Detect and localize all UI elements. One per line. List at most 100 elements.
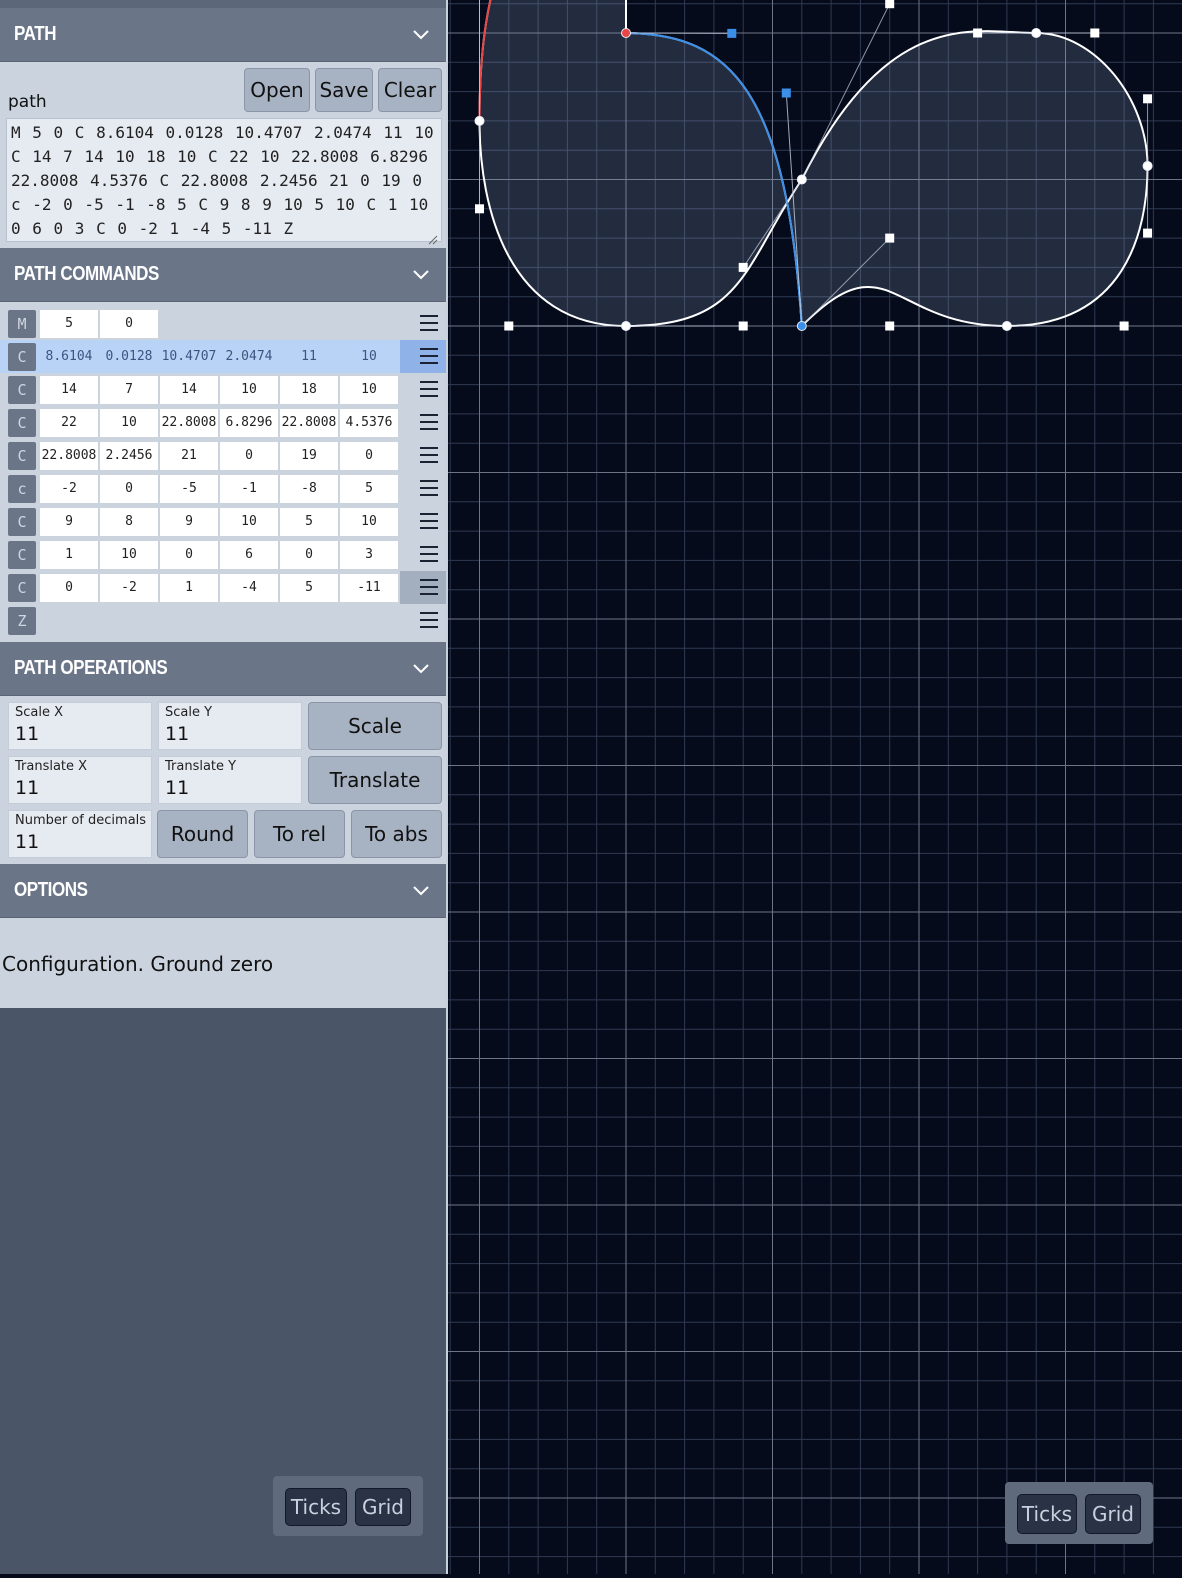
decimals-value[interactable]: 11 <box>15 831 39 853</box>
translate-button[interactable]: Translate <box>308 756 442 804</box>
drag-handle-icon[interactable] <box>420 414 438 430</box>
command-value-input[interactable]: 10 <box>220 508 278 536</box>
command-row[interactable]: C8.61040.012810.47072.04741110 <box>0 340 446 373</box>
command-letter[interactable]: c <box>8 475 36 503</box>
scale-y-field[interactable]: Scale Y 11 <box>158 702 302 750</box>
command-value-input[interactable]: 14 <box>40 376 98 404</box>
decimals-field[interactable]: Number of decimals 11 <box>8 810 152 858</box>
control-point-handle[interactable] <box>504 322 513 331</box>
drag-handle-icon[interactable] <box>420 447 438 463</box>
command-value-input[interactable]: 21 <box>160 442 218 470</box>
scale-x-value[interactable]: 11 <box>15 723 39 745</box>
editor-canvas[interactable]: Ticks Grid <box>448 0 1182 1574</box>
drag-handle-icon[interactable] <box>420 579 438 595</box>
command-value-input[interactable]: 10 <box>340 343 398 371</box>
translate-x-field[interactable]: Translate X 11 <box>8 756 152 804</box>
command-row[interactable]: C98910510 <box>0 505 446 538</box>
to-rel-button[interactable]: To rel <box>254 810 345 858</box>
command-value-input[interactable]: 11 <box>280 343 338 371</box>
command-value-input[interactable]: 10 <box>340 508 398 536</box>
control-point-handle[interactable] <box>1120 322 1129 331</box>
command-value-input[interactable]: 5 <box>280 508 338 536</box>
clear-button[interactable]: Clear <box>378 68 442 112</box>
scale-y-value[interactable]: 11 <box>165 723 189 745</box>
command-value-input[interactable]: 9 <box>160 508 218 536</box>
to-abs-button[interactable]: To abs <box>351 810 442 858</box>
command-value-input[interactable]: -2 <box>100 574 158 602</box>
drag-handle-icon[interactable] <box>420 381 438 397</box>
canvas-svg[interactable] <box>448 0 1182 1574</box>
command-value-input[interactable]: 10 <box>340 376 398 404</box>
control-point-handle[interactable] <box>782 88 791 97</box>
chevron-down-icon[interactable] <box>410 24 432 46</box>
control-point-handle[interactable] <box>1143 229 1152 238</box>
command-value-input[interactable]: 0 <box>40 574 98 602</box>
control-point-handle[interactable] <box>739 322 748 331</box>
drag-handle-icon[interactable] <box>420 315 438 331</box>
commands-section-header[interactable]: PATH COMMANDS <box>0 248 446 302</box>
command-letter[interactable]: Z <box>8 607 36 635</box>
command-letter[interactable]: C <box>8 508 36 536</box>
anchor-point-handle[interactable] <box>622 29 631 38</box>
control-point-handle[interactable] <box>973 29 982 38</box>
command-value-input[interactable]: 10 <box>100 409 158 437</box>
resize-handle-icon[interactable] <box>428 230 438 240</box>
command-value-input[interactable]: 5 <box>280 574 338 602</box>
command-value-input[interactable]: 2.2456 <box>100 442 158 470</box>
command-letter[interactable]: M <box>8 310 36 338</box>
anchor-point-handle[interactable] <box>797 322 806 331</box>
command-letter[interactable]: C <box>8 541 36 569</box>
chevron-down-icon[interactable] <box>410 880 432 902</box>
control-point-handle[interactable] <box>739 263 748 272</box>
command-value-input[interactable]: -4 <box>220 574 278 602</box>
command-value-input[interactable]: 7 <box>100 376 158 404</box>
command-value-input[interactable]: 10.4707 <box>160 343 218 371</box>
drag-handle-icon[interactable] <box>420 513 438 529</box>
control-point-handle[interactable] <box>885 322 894 331</box>
command-letter[interactable]: C <box>8 574 36 602</box>
command-row[interactable]: C0-21-45-11 <box>0 571 446 604</box>
command-value-input[interactable]: 1 <box>40 541 98 569</box>
path-outline[interactable] <box>480 0 1148 326</box>
command-row[interactable]: Z <box>0 604 446 637</box>
command-value-input[interactable]: -8 <box>280 475 338 503</box>
command-value-input[interactable]: 1 <box>160 574 218 602</box>
drag-handle-icon[interactable] <box>420 348 438 364</box>
command-value-input[interactable]: 0 <box>220 442 278 470</box>
open-button[interactable]: Open <box>244 68 310 112</box>
anchor-point-handle[interactable] <box>1002 322 1011 331</box>
path-shape[interactable] <box>480 0 1148 326</box>
command-value-input[interactable]: 0 <box>340 442 398 470</box>
anchor-point-handle[interactable] <box>475 116 484 125</box>
command-value-input[interactable]: 22 <box>40 409 98 437</box>
command-row[interactable]: C221022.80086.829622.80084.5376 <box>0 406 446 439</box>
command-letter[interactable]: C <box>8 409 36 437</box>
translate-x-value[interactable]: 11 <box>15 777 39 799</box>
command-value-input[interactable]: 5 <box>40 310 98 338</box>
anchor-point-handle[interactable] <box>1032 29 1041 38</box>
command-value-input[interactable]: -5 <box>160 475 218 503</box>
command-value-input[interactable]: 0 <box>100 310 158 338</box>
scale-button[interactable]: Scale <box>308 702 442 750</box>
path-textarea[interactable]: M 5 0 C 8.6104 0.0128 10.4707 2.0474 11 … <box>6 118 442 242</box>
command-value-input[interactable]: 18 <box>280 376 338 404</box>
chevron-down-icon[interactable] <box>410 264 432 286</box>
chevron-down-icon[interactable] <box>410 658 432 680</box>
options-section-header[interactable]: OPTIONS <box>0 864 446 918</box>
path-section-header[interactable]: PATH <box>0 8 446 62</box>
command-value-input[interactable]: 0 <box>160 541 218 569</box>
translate-y-value[interactable]: 11 <box>165 777 189 799</box>
command-value-input[interactable]: 3 <box>340 541 398 569</box>
anchor-point-handle[interactable] <box>797 175 806 184</box>
command-value-input[interactable]: 22.8008 <box>40 442 98 470</box>
command-value-input[interactable]: 5 <box>340 475 398 503</box>
anchor-point-handle[interactable] <box>622 322 631 331</box>
command-value-input[interactable]: 0 <box>280 541 338 569</box>
command-value-input[interactable]: 0 <box>100 475 158 503</box>
drag-handle-icon[interactable] <box>420 480 438 496</box>
command-value-input[interactable]: 6.8296 <box>220 409 278 437</box>
scale-x-field[interactable]: Scale X 11 <box>8 702 152 750</box>
sidebar-ticks-button[interactable]: Ticks <box>285 1488 347 1526</box>
round-button[interactable]: Round <box>157 810 248 858</box>
command-row[interactable]: C22.80082.2456210190 <box>0 439 446 472</box>
